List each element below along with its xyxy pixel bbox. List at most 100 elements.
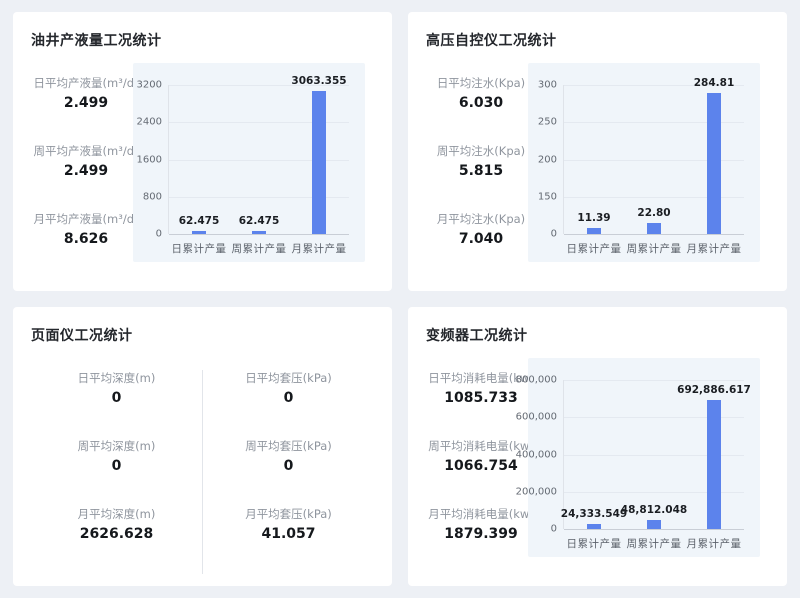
y-axis-tick-label: 600,000 bbox=[516, 412, 557, 423]
y-axis-tick-label: 250 bbox=[538, 117, 557, 128]
card-oil-well-production: 油井产液量工况统计 日平均产液量(m³/d) 2.499 周平均产液量(m³/d… bbox=[13, 12, 392, 291]
stat-weekly-avg-liquid: 周平均产液量(m³/d) 2.499 bbox=[21, 143, 151, 180]
x-axis-category-label: 月累计产量 bbox=[687, 536, 742, 551]
x-axis-category-label: 日累计产量 bbox=[567, 241, 622, 256]
stat-label: 月平均深度(m) bbox=[31, 506, 202, 522]
bar-value-label: 48,812.048 bbox=[621, 504, 687, 516]
stat-label: 月平均消耗电量(kw) bbox=[416, 506, 546, 522]
y-axis-tick-label: 200 bbox=[538, 154, 557, 165]
card-title: 页面仪工况统计 bbox=[31, 325, 133, 345]
plot-area: 320024001600800062.475日累计产量62.475周累计产量30… bbox=[168, 85, 349, 234]
stats-column: 日平均注水(Kpa) 6.030 周平均注水(Kpa) 5.815 月平均注水(… bbox=[416, 75, 546, 279]
gridline bbox=[564, 529, 744, 530]
stat-value: 0 bbox=[31, 457, 202, 475]
bar-value-label: 24,333.549 bbox=[561, 508, 627, 520]
gridline bbox=[564, 380, 744, 381]
gridline bbox=[169, 234, 349, 235]
stat-value: 41.057 bbox=[203, 525, 374, 543]
stat-label: 周平均产液量(m³/d) bbox=[21, 143, 151, 159]
x-axis-category-label: 月累计产量 bbox=[687, 241, 742, 256]
stat-monthly-avg-injection: 月平均注水(Kpa) 7.040 bbox=[416, 211, 546, 248]
card-high-pressure-controller: 高压自控仪工况统计 日平均注水(Kpa) 6.030 周平均注水(Kpa) 5.… bbox=[408, 12, 787, 291]
y-axis-tick-label: 150 bbox=[538, 191, 557, 202]
bar-value-label: 11.39 bbox=[577, 212, 610, 224]
stat-value: 0 bbox=[203, 389, 374, 407]
y-axis-tick-label: 1600 bbox=[137, 154, 162, 165]
stat-monthly-avg-liquid: 月平均产液量(m³/d) 8.626 bbox=[21, 211, 151, 248]
stat-value: 0 bbox=[31, 389, 202, 407]
stat-value: 2.499 bbox=[21, 94, 151, 112]
stat-value: 5.815 bbox=[416, 162, 546, 180]
bar-周累计产量[interactable] bbox=[647, 223, 661, 234]
stat-weekly-avg-injection: 周平均注水(Kpa) 5.815 bbox=[416, 143, 546, 180]
y-axis-tick-label: 0 bbox=[156, 229, 162, 240]
plot-area: 800,000600,000400,000200,000024,333.549日… bbox=[563, 380, 744, 529]
y-axis-tick-label: 3200 bbox=[137, 80, 162, 91]
bar-value-label: 22.80 bbox=[637, 207, 670, 219]
stat-monthly-avg-depth: 月平均深度(m) 2626.628 bbox=[31, 506, 202, 543]
stat-monthly-avg-power: 月平均消耗电量(kw) 1879.399 bbox=[416, 506, 546, 543]
plot-area: 300250200150011.39日累计产量22.80周累计产量284.81月… bbox=[563, 85, 744, 234]
stat-label: 月平均注水(Kpa) bbox=[416, 211, 546, 227]
dashboard-page: 油井产液量工况统计 日平均产液量(m³/d) 2.499 周平均产液量(m³/d… bbox=[0, 0, 800, 598]
y-axis-tick-label: 0 bbox=[551, 229, 557, 240]
card-title: 高压自控仪工况统计 bbox=[426, 30, 557, 50]
stat-value: 1085.733 bbox=[416, 389, 546, 407]
bar-value-label: 692,886.617 bbox=[677, 384, 751, 396]
card-title: 变频器工况统计 bbox=[426, 325, 528, 345]
bar-日累计产量[interactable] bbox=[192, 231, 206, 234]
stat-value: 0 bbox=[203, 457, 374, 475]
y-axis-tick-label: 0 bbox=[551, 524, 557, 535]
y-axis-tick-label: 800 bbox=[143, 191, 162, 202]
stat-daily-avg-casing-pressure: 日平均套压(kPa) 0 bbox=[203, 370, 374, 407]
bar-value-label: 62.475 bbox=[239, 215, 280, 227]
stat-label: 周平均注水(Kpa) bbox=[416, 143, 546, 159]
stat-weekly-avg-depth: 周平均深度(m) 0 bbox=[31, 438, 202, 475]
stat-daily-avg-liquid: 日平均产液量(m³/d) 2.499 bbox=[21, 75, 151, 112]
bar-chart-oil-well-production: 320024001600800062.475日累计产量62.475周累计产量30… bbox=[133, 63, 365, 262]
stat-value: 1879.399 bbox=[416, 525, 546, 543]
bar-chart-frequency-converter: 800,000600,000400,000200,000024,333.549日… bbox=[528, 358, 760, 557]
stat-value: 2626.628 bbox=[31, 525, 202, 543]
bar-月累计产量[interactable] bbox=[707, 400, 721, 529]
bar-日累计产量[interactable] bbox=[587, 228, 601, 234]
y-axis-tick-label: 800,000 bbox=[516, 375, 557, 386]
stats-column: 日平均产液量(m³/d) 2.499 周平均产液量(m³/d) 2.499 月平… bbox=[21, 75, 151, 279]
card-frequency-converter: 变频器工况统计 日平均消耗电量(kw) 1085.733 周平均消耗电量(kw)… bbox=[408, 307, 787, 586]
stat-value: 2.499 bbox=[21, 162, 151, 180]
stats-column-casing-pressure: 日平均套压(kPa) 0 周平均套压(kPa) 0 月平均套压(kPa) 41.… bbox=[203, 370, 374, 574]
stat-label: 月平均产液量(m³/d) bbox=[21, 211, 151, 227]
bar-chart-high-pressure-controller: 300250200150011.39日累计产量22.80周累计产量284.81月… bbox=[528, 63, 760, 262]
stat-value: 8.626 bbox=[21, 230, 151, 248]
stat-value: 7.040 bbox=[416, 230, 546, 248]
gridline bbox=[564, 234, 744, 235]
stat-label: 周平均深度(m) bbox=[31, 438, 202, 454]
bar-value-label: 284.81 bbox=[694, 77, 735, 89]
bar-周累计产量[interactable] bbox=[647, 520, 661, 529]
x-axis-category-label: 周累计产量 bbox=[232, 241, 287, 256]
stat-weekly-avg-casing-pressure: 周平均套压(kPa) 0 bbox=[203, 438, 374, 475]
stat-value: 6.030 bbox=[416, 94, 546, 112]
stat-monthly-avg-casing-pressure: 月平均套压(kPa) 41.057 bbox=[203, 506, 374, 543]
stats-column-depth: 日平均深度(m) 0 周平均深度(m) 0 月平均深度(m) 2626.628 bbox=[31, 370, 202, 574]
bar-月累计产量[interactable] bbox=[312, 91, 326, 234]
y-axis-tick-label: 2400 bbox=[137, 117, 162, 128]
y-axis-tick-label: 400,000 bbox=[516, 449, 557, 460]
stat-label: 日平均套压(kPa) bbox=[203, 370, 374, 386]
stat-daily-avg-depth: 日平均深度(m) 0 bbox=[31, 370, 202, 407]
y-axis-tick-label: 200,000 bbox=[516, 486, 557, 497]
stat-label: 月平均套压(kPa) bbox=[203, 506, 374, 522]
two-column-stats: 日平均深度(m) 0 周平均深度(m) 0 月平均深度(m) 2626.628 … bbox=[31, 370, 374, 574]
bar-周累计产量[interactable] bbox=[252, 231, 266, 234]
stat-label: 日平均产液量(m³/d) bbox=[21, 75, 151, 91]
x-axis-category-label: 月累计产量 bbox=[292, 241, 347, 256]
bar-月累计产量[interactable] bbox=[707, 93, 721, 234]
bar-value-label: 62.475 bbox=[179, 215, 220, 227]
stat-label: 日平均深度(m) bbox=[31, 370, 202, 386]
card-page-gauge: 页面仪工况统计 日平均深度(m) 0 周平均深度(m) 0 月平均深度(m) 2… bbox=[13, 307, 392, 586]
card-title: 油井产液量工况统计 bbox=[31, 30, 162, 50]
y-axis-tick-label: 300 bbox=[538, 80, 557, 91]
stat-daily-avg-injection: 日平均注水(Kpa) 6.030 bbox=[416, 75, 546, 112]
stat-label: 周平均套压(kPa) bbox=[203, 438, 374, 454]
bar-日累计产量[interactable] bbox=[587, 524, 601, 529]
